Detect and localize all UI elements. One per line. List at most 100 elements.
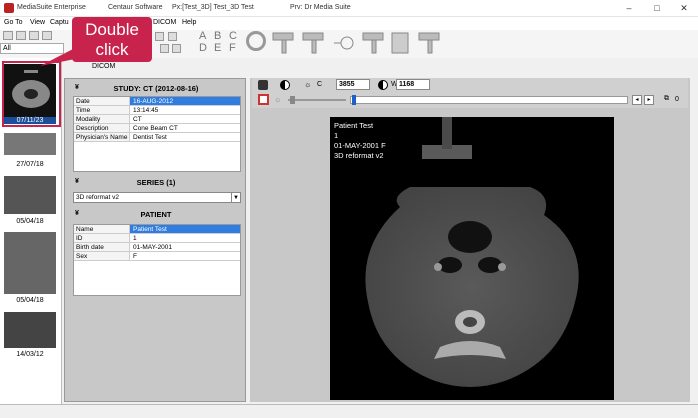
- print-icon[interactable]: [168, 32, 177, 41]
- row-key: ID: [74, 234, 130, 242]
- overlay-line: Patient Test: [334, 121, 374, 130]
- table-row[interactable]: Physician's Name Dentist Test: [74, 133, 240, 142]
- layout-2-icon[interactable]: [16, 31, 26, 40]
- row-value: Cone Beam CT: [133, 125, 178, 132]
- row-key: Birth date: [74, 243, 130, 251]
- menu-goto[interactable]: Go To: [4, 19, 23, 26]
- patient-title: PATIENT: [140, 210, 172, 219]
- ct-image[interactable]: Patient Test 1 01-MAY-2001 F 3D reformat…: [330, 117, 614, 400]
- row-key: Sex: [74, 252, 130, 260]
- menu-capture[interactable]: Captu: [50, 19, 69, 26]
- thumbnail-date: 05/04/18: [16, 218, 44, 225]
- row-key: Date: [74, 97, 130, 105]
- patient-table: Name Patient Test ID 1 Birth date 01-MAY-20…: [73, 224, 241, 296]
- export-icon[interactable]: [160, 44, 169, 53]
- slice-slider-thumb[interactable]: [352, 95, 356, 105]
- overlay-line: 1: [334, 131, 339, 140]
- collapse-icon[interactable]: ¥: [75, 210, 79, 217]
- collapse-icon[interactable]: ¥: [75, 84, 79, 91]
- letter-b[interactable]: B: [214, 30, 221, 42]
- window-width-input[interactable]: 1168: [396, 79, 430, 90]
- callout-line: click: [95, 40, 129, 59]
- callout-line: Double: [85, 20, 139, 39]
- table-row[interactable]: Description Cone Beam CT: [74, 124, 240, 133]
- thumbnail-date: 14/03/12: [16, 351, 44, 358]
- row-key: Physician's Name: [74, 133, 130, 141]
- thumbnail-date: 05/04/18: [16, 297, 44, 304]
- row-key: Description: [74, 124, 130, 132]
- row-key: Name: [74, 225, 130, 233]
- minimize-icon[interactable]: –: [622, 2, 636, 14]
- study-title: STUDY: CT (2012-08-16): [113, 84, 199, 93]
- table-row[interactable]: Sex F: [74, 252, 240, 261]
- table-row[interactable]: Date 16-AUG-2012: [74, 97, 240, 106]
- status-bar: [0, 404, 698, 418]
- zoom-icon[interactable]: [246, 31, 266, 51]
- reset-icon[interactable]: [258, 80, 268, 90]
- letter-d[interactable]: D: [199, 42, 207, 54]
- window-center-input[interactable]: 3855: [336, 79, 370, 90]
- row-value: CT: [133, 116, 142, 123]
- app-logo-icon: [4, 3, 14, 13]
- slice-slider[interactable]: [350, 96, 628, 104]
- series-title: SERIES (1): [136, 178, 176, 187]
- thumbnail-date: 27/07/18: [16, 161, 44, 168]
- next-slice-icon[interactable]: ▸: [644, 95, 654, 105]
- thumbnail-pan[interactable]: [4, 133, 56, 155]
- image-overlay: Patient Test 1 01-MAY-2001 F 3D reformat…: [334, 121, 386, 161]
- series-select[interactable]: 3D reformat v2 ▼: [73, 192, 241, 203]
- letter-e[interactable]: E: [214, 42, 221, 54]
- table-row[interactable]: Name Patient Test: [74, 225, 240, 234]
- menu-view[interactable]: View: [30, 19, 45, 26]
- zoom-slider[interactable]: [288, 99, 346, 101]
- table-row[interactable]: Time 13:14:45: [74, 106, 240, 115]
- image-counter: 0: [675, 96, 679, 103]
- brightness-small-icon: ☼: [274, 95, 282, 104]
- pan-tool-icon[interactable]: [258, 94, 269, 105]
- highlight-box: [2, 61, 61, 127]
- prev-slice-icon[interactable]: ◂: [632, 95, 642, 105]
- title-bar: MediaSuite Enterprise Centaur Software P…: [0, 0, 698, 17]
- layout-3-icon[interactable]: [29, 31, 39, 40]
- thumbnail-bitewing[interactable]: [4, 176, 56, 214]
- letter-c[interactable]: C: [229, 30, 237, 42]
- close-icon[interactable]: ✕: [677, 2, 691, 14]
- menu-dicom[interactable]: DICOM: [153, 19, 176, 26]
- letter-f[interactable]: F: [229, 42, 236, 54]
- capture-devices-icons: [272, 32, 440, 54]
- layout-4-icon[interactable]: [42, 31, 52, 40]
- overlay-line: 01-MAY-2001 F: [334, 141, 386, 150]
- save-icon[interactable]: [155, 32, 164, 41]
- company-name: Centaur Software: [108, 4, 163, 11]
- layers-icon[interactable]: ⧉: [664, 95, 669, 103]
- app-title: MediaSuite Enterprise: [17, 4, 86, 11]
- row-key: Time: [74, 106, 130, 114]
- patient-header[interactable]: ¥ PATIENT: [69, 210, 243, 222]
- viewer-toolbar: ☼ C 3855 W 1168: [252, 78, 688, 92]
- chevron-down-icon[interactable]: ▼: [231, 193, 240, 202]
- overlay-line: 3D reformat v2: [334, 151, 384, 160]
- row-value: 16-AUG-2012: [130, 97, 240, 105]
- thumbnail-intraoral[interactable]: [4, 312, 56, 348]
- study-header[interactable]: ¥ STUDY: CT (2012-08-16): [69, 84, 243, 96]
- row-value: F: [133, 253, 137, 260]
- table-row[interactable]: Modality CT: [74, 115, 240, 124]
- invert-icon[interactable]: [280, 80, 290, 90]
- letter-a[interactable]: A: [199, 30, 206, 42]
- import-icon[interactable]: [172, 44, 181, 53]
- row-value: 13:14:45: [133, 107, 159, 114]
- menu-help[interactable]: Help: [182, 19, 196, 26]
- info-panel: ¥ STUDY: CT (2012-08-16) Date 16-AUG-2012…: [64, 78, 246, 402]
- row-value: Dentist Test: [133, 134, 167, 141]
- zoom-slider-thumb[interactable]: [290, 96, 295, 104]
- collapse-icon[interactable]: ¥: [75, 178, 79, 185]
- maximize-icon[interactable]: □: [650, 2, 664, 14]
- table-row[interactable]: ID 1: [74, 234, 240, 243]
- thumbnail-ceph[interactable]: [4, 232, 56, 294]
- series-header[interactable]: ¥ SERIES (1): [69, 178, 243, 190]
- layout-1-icon[interactable]: [3, 31, 13, 40]
- c-label: C: [317, 81, 323, 88]
- brightness-icon: ☼: [304, 80, 312, 89]
- table-row[interactable]: Birth date 01-MAY-2001: [74, 243, 240, 252]
- row-value: 01-MAY-2001: [133, 244, 173, 251]
